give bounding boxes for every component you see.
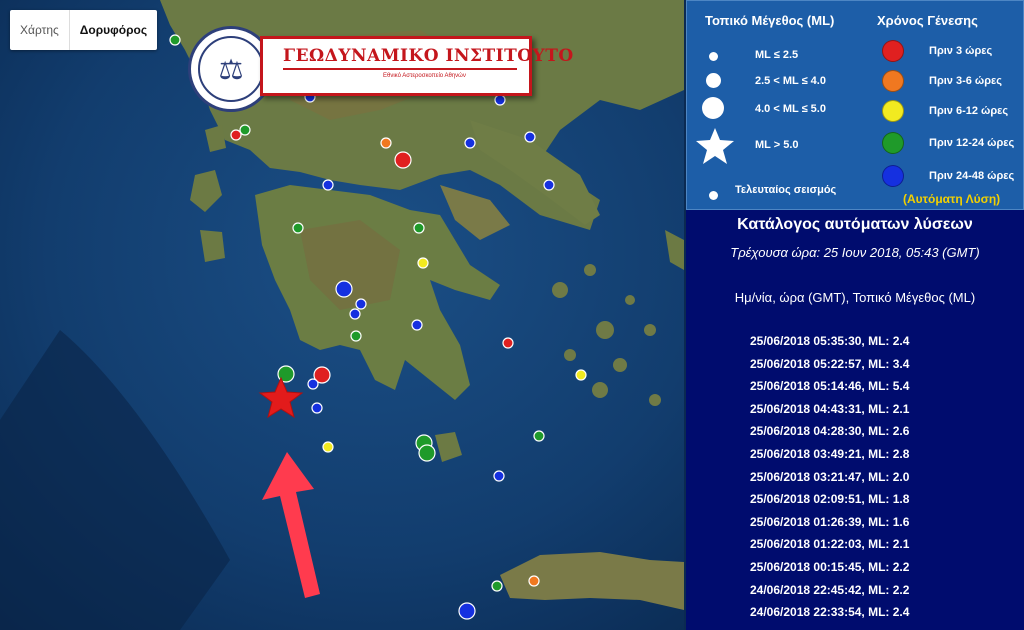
magnitude-medium-dot	[706, 73, 721, 88]
event-marker	[411, 319, 423, 331]
catalog-row[interactable]: 25/06/2018 05:22:57, ML: 3.4	[686, 353, 1024, 376]
event-marker	[458, 602, 476, 620]
event-marker	[575, 369, 587, 381]
event-marker	[322, 179, 334, 191]
event-marker	[230, 129, 242, 141]
catalog-row[interactable]: 25/06/2018 04:43:31, ML: 2.1	[686, 398, 1024, 421]
map-type-control: Χάρτης Δορυφόρος	[10, 10, 158, 50]
last-quake-label: Τελευταίος σεισμός	[735, 184, 837, 196]
event-marker	[418, 444, 436, 462]
magnitude-large-dot	[702, 97, 724, 119]
catalog-row[interactable]: 25/06/2018 02:09:51, ML: 1.8	[686, 488, 1024, 511]
event-marker	[307, 378, 319, 390]
map-view[interactable]: Χάρτης Δορυφόρος ⚖ ΓΕΩΔΥΝΑΜΙΚΟ ΙΝΣΤΙΤΟΥΤ…	[0, 0, 684, 630]
event-marker	[533, 430, 545, 442]
age-label: Πριν 3-6 ώρες	[929, 75, 1002, 87]
info-panel: Τοπικό Μέγεθος (ML) Χρόνος Γένεσης ML ≤ …	[686, 0, 1024, 630]
current-time: Τρέχουσα ώρα: 25 Ιουν 2018, 05:43 (GMT)	[730, 245, 980, 260]
magnitude-label: ML ≤ 2.5	[755, 49, 799, 61]
catalog-title: Κατάλογος αυτόματων λύσεων	[737, 216, 973, 233]
institute-subtitle: Εθνικό Αστεροσκοπείο Αθηνών	[383, 73, 466, 79]
magnitude-legend-title: Τοπικό Μέγεθος (ML)	[705, 13, 835, 28]
event-marker	[543, 179, 555, 191]
event-marker	[292, 222, 304, 234]
age-color-dot	[882, 40, 904, 62]
event-marker	[169, 34, 181, 46]
age-label: Πριν 3 ώρες	[929, 45, 993, 57]
map-type-satellite-button[interactable]: Δορυφόρος	[68, 10, 157, 50]
event-marker	[349, 308, 361, 320]
catalog-row[interactable]: 25/06/2018 01:22:03, ML: 2.1	[686, 533, 1024, 556]
event-marker	[322, 441, 334, 453]
catalog-list: 25/06/2018 05:35:30, ML: 2.4 25/06/2018 …	[686, 330, 1024, 624]
magnitude-label: ML > 5.0	[755, 139, 799, 151]
catalog-row[interactable]: 25/06/2018 03:21:47, ML: 2.0	[686, 466, 1024, 489]
magnitude-label: 4.0 < ML ≤ 5.0	[755, 103, 826, 115]
age-label: Πριν 6-12 ώρες	[929, 105, 1009, 117]
map-type-map-button[interactable]: Χάρτης	[10, 10, 69, 50]
last-quake-dot	[709, 191, 718, 200]
event-marker	[464, 137, 476, 149]
catalog-row[interactable]: 25/06/2018 01:26:39, ML: 1.6	[686, 511, 1024, 534]
institute-name: ΓΕΩΔΥΝΑΜΙΚΟ ΙΝΣΤΙΤΟΥΤΟ	[283, 46, 574, 66]
age-legend-title: Χρόνος Γένεσης	[877, 13, 978, 28]
magnitude-small-dot	[709, 52, 718, 61]
catalog-row[interactable]: 24/06/2018 22:45:42, ML: 2.2	[686, 579, 1024, 602]
age-color-dot	[882, 100, 904, 122]
magnitude-star-icon	[696, 128, 734, 164]
catalog-row[interactable]: 25/06/2018 03:49:21, ML: 2.8	[686, 443, 1024, 466]
catalog-row[interactable]: 25/06/2018 05:14:46, ML: 5.4	[686, 375, 1024, 398]
event-marker	[239, 124, 251, 136]
legend: Τοπικό Μέγεθος (ML) Χρόνος Γένεσης ML ≤ …	[686, 0, 1024, 210]
banner-divider	[283, 68, 517, 70]
auto-solution-label: (Αυτόματη Λύση)	[903, 192, 1001, 206]
magnitude-label: 2.5 < ML ≤ 4.0	[755, 75, 826, 87]
event-marker	[413, 222, 425, 234]
event-marker	[394, 151, 412, 169]
event-marker	[524, 131, 536, 143]
event-marker	[380, 137, 392, 149]
catalog-row[interactable]: 24/06/2018 22:33:54, ML: 2.4	[686, 601, 1024, 624]
event-marker	[502, 337, 514, 349]
age-label: Πριν 24-48 ώρες	[929, 170, 1015, 182]
age-color-dot	[882, 132, 904, 154]
catalog-header: Ημ/νία, ώρα (GMT), Τοπικό Μέγεθος (ML)	[734, 290, 976, 305]
event-marker	[335, 280, 353, 298]
catalog-row[interactable]: 25/06/2018 00:15:45, ML: 2.2	[686, 556, 1024, 579]
catalog: Κατάλογος αυτόματων λύσεων Τρέχουσα ώρα:…	[686, 210, 1024, 630]
seal-emblem-icon: ⚖	[198, 36, 264, 102]
catalog-row[interactable]: 25/06/2018 05:35:30, ML: 2.4	[686, 330, 1024, 353]
age-color-dot	[882, 70, 904, 92]
event-marker	[491, 580, 503, 592]
age-color-dot	[882, 165, 904, 187]
age-label: Πριν 12-24 ώρες	[929, 137, 1015, 149]
event-marker	[417, 257, 429, 269]
catalog-row[interactable]: 25/06/2018 04:28:30, ML: 2.6	[686, 420, 1024, 443]
event-marker	[311, 402, 323, 414]
event-marker	[350, 330, 362, 342]
event-marker	[493, 470, 505, 482]
institute-logo: ⚖ ΓΕΩΔΥΝΑΜΙΚΟ ΙΝΣΤΙΤΟΥΤΟ Εθνικό Αστεροσκ…	[188, 26, 573, 112]
institute-banner: ΓΕΩΔΥΝΑΜΙΚΟ ΙΝΣΤΙΤΟΥΤΟ Εθνικό Αστεροσκοπ…	[260, 36, 573, 96]
event-marker	[355, 298, 367, 310]
event-marker	[528, 575, 540, 587]
